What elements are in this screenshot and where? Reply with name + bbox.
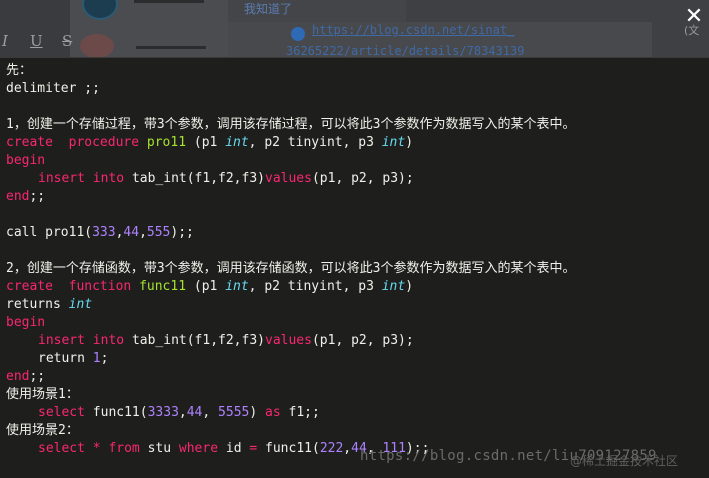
code-comment: 1，创建一个存储过程，带3个参数，调用该存储过程，可以将此3个参数作为数据写入的… bbox=[6, 117, 576, 132]
code-keyword: insert bbox=[38, 171, 85, 186]
code-line: insert into tab_int(f1,f2,f3)values(p1, … bbox=[6, 170, 414, 188]
avatar bbox=[80, 34, 114, 57]
code-keyword: as bbox=[265, 405, 281, 420]
code-text: ; bbox=[100, 351, 109, 366]
code-text: (p1 bbox=[193, 135, 226, 150]
code-type: int bbox=[68, 297, 93, 312]
code-keyword: into bbox=[92, 333, 125, 348]
background-text-line bbox=[136, 46, 206, 49]
code-type: int bbox=[381, 135, 406, 150]
code-text: returns bbox=[6, 297, 61, 312]
editor-toolbar: I U S bbox=[0, 32, 80, 52]
strikethrough-icon: S bbox=[62, 32, 73, 50]
code-text: tab_int(f1,f2,f3) bbox=[131, 333, 265, 348]
code-text: ;; bbox=[29, 189, 46, 204]
code-line: returns int bbox=[6, 296, 92, 314]
code-keyword: values bbox=[265, 333, 312, 348]
background-user-card bbox=[70, 0, 228, 57]
code-number: 333 bbox=[92, 225, 116, 240]
code-keyword: values bbox=[265, 171, 312, 186]
code-number: 555 bbox=[146, 225, 171, 240]
code-text: , p2 tinyint, p3 bbox=[248, 279, 382, 294]
code-keyword: end bbox=[6, 189, 30, 204]
code-keyword: into bbox=[92, 171, 125, 186]
code-keyword: procedure bbox=[68, 135, 140, 150]
close-viewer-button[interactable]: ✕ bbox=[679, 0, 709, 34]
code-text: , bbox=[178, 405, 187, 420]
code-text: , bbox=[202, 405, 219, 420]
link-icon bbox=[291, 27, 305, 41]
code-text: ) bbox=[405, 135, 414, 150]
code-text: func11( bbox=[92, 405, 148, 420]
notice-ok-link: 我知道了 bbox=[244, 2, 293, 16]
code-text: ;; bbox=[29, 369, 46, 384]
close-icon: ✕ bbox=[684, 4, 704, 29]
code-keyword: begin bbox=[6, 153, 46, 168]
background-link-line1: https://blog.csdn.net/sinat_ bbox=[312, 23, 515, 37]
code-text: , bbox=[139, 225, 147, 240]
code-text: ) bbox=[249, 405, 266, 420]
code-text: id bbox=[225, 441, 242, 456]
code-comment: 2，创建一个存储函数，带3个参数，调用该存储函数，可以将此3个参数作为数据写入的… bbox=[6, 261, 576, 276]
code-text: (p1, p2, p3); bbox=[311, 171, 414, 186]
code-comment: 使用场景1： bbox=[6, 387, 79, 402]
code-number: 44 bbox=[186, 405, 203, 420]
background-link-box: https://blog.csdn.net/sinat_ 36265222/ar… bbox=[228, 22, 652, 57]
code-function-name: pro11 bbox=[146, 135, 187, 150]
code-text: return bbox=[38, 351, 85, 366]
code-line: delimiter ;; bbox=[6, 81, 100, 96]
code-text: (p1, p2, p3); bbox=[311, 333, 414, 348]
code-number: 3333 bbox=[147, 405, 179, 420]
code-line: 先： bbox=[6, 63, 33, 78]
code-text: );; bbox=[170, 225, 194, 240]
background-text-line bbox=[134, 0, 204, 3]
code-text: (p1 bbox=[193, 279, 226, 294]
code-keyword: * bbox=[92, 441, 101, 456]
code-text: func11( bbox=[265, 441, 320, 456]
background-notice: 我知道了 bbox=[228, 0, 406, 22]
code-text: ) bbox=[405, 279, 414, 294]
code-function-name: func11 bbox=[139, 279, 187, 294]
code-text: stu bbox=[147, 441, 172, 456]
code-keyword: select bbox=[38, 405, 85, 420]
code-comment: 使用场景2： bbox=[6, 423, 79, 438]
code-image: 先： delimiter ;; 1，创建一个存储过程，带3个参数，调用该存储过程… bbox=[0, 57, 709, 478]
background-page: 我知道了 https://blog.csdn.net/sinat_ 362652… bbox=[0, 0, 709, 57]
underline-icon: U bbox=[30, 32, 43, 50]
watermark-brand: @稀土掘金技术社区 bbox=[570, 454, 679, 468]
code-text: tab_int(f1,f2,f3) bbox=[131, 171, 265, 186]
code-keyword: insert bbox=[38, 333, 85, 348]
code-number: 44 bbox=[123, 225, 140, 240]
code-line: return 1; bbox=[6, 350, 108, 368]
code-text: , bbox=[343, 441, 352, 456]
code-keyword: begin bbox=[6, 315, 46, 330]
code-keyword: from bbox=[108, 441, 140, 456]
code-keyword: end bbox=[6, 369, 30, 384]
background-link-line2: 36265222/article/details/78343139 bbox=[286, 44, 525, 57]
code-text: f1;; bbox=[288, 405, 320, 420]
code-line: call pro11(333,44,555);; bbox=[6, 224, 194, 242]
code-line: create procedure pro11 (p1 int, p2 tinyi… bbox=[6, 134, 413, 152]
code-type: int bbox=[225, 135, 249, 150]
avatar bbox=[82, 0, 118, 20]
code-line: end;; bbox=[6, 368, 45, 386]
italic-icon: I bbox=[2, 32, 8, 50]
code-number: 5555 bbox=[218, 405, 250, 420]
code-keyword: = bbox=[249, 441, 258, 456]
code-number: 222 bbox=[319, 441, 344, 456]
code-type: int bbox=[225, 279, 249, 294]
code-number: 1 bbox=[92, 351, 101, 366]
code-keyword: select bbox=[38, 441, 85, 456]
code-line: insert into tab_int(f1,f2,f3)values(p1, … bbox=[6, 332, 414, 350]
code-keyword: where bbox=[178, 441, 219, 456]
code-keyword: create bbox=[6, 279, 53, 294]
code-text: , p2 tinyint, p3 bbox=[248, 135, 382, 150]
code-keyword: create bbox=[6, 135, 53, 150]
code-line: end;; bbox=[6, 188, 45, 206]
code-type: int bbox=[381, 279, 406, 294]
code-line: create function func11 (p1 int, p2 tinyi… bbox=[6, 278, 413, 296]
code-keyword: function bbox=[68, 279, 132, 294]
code-text: call pro11( bbox=[6, 225, 93, 240]
code-line: select func11(3333,44, 5555) as f1;; bbox=[6, 404, 320, 422]
